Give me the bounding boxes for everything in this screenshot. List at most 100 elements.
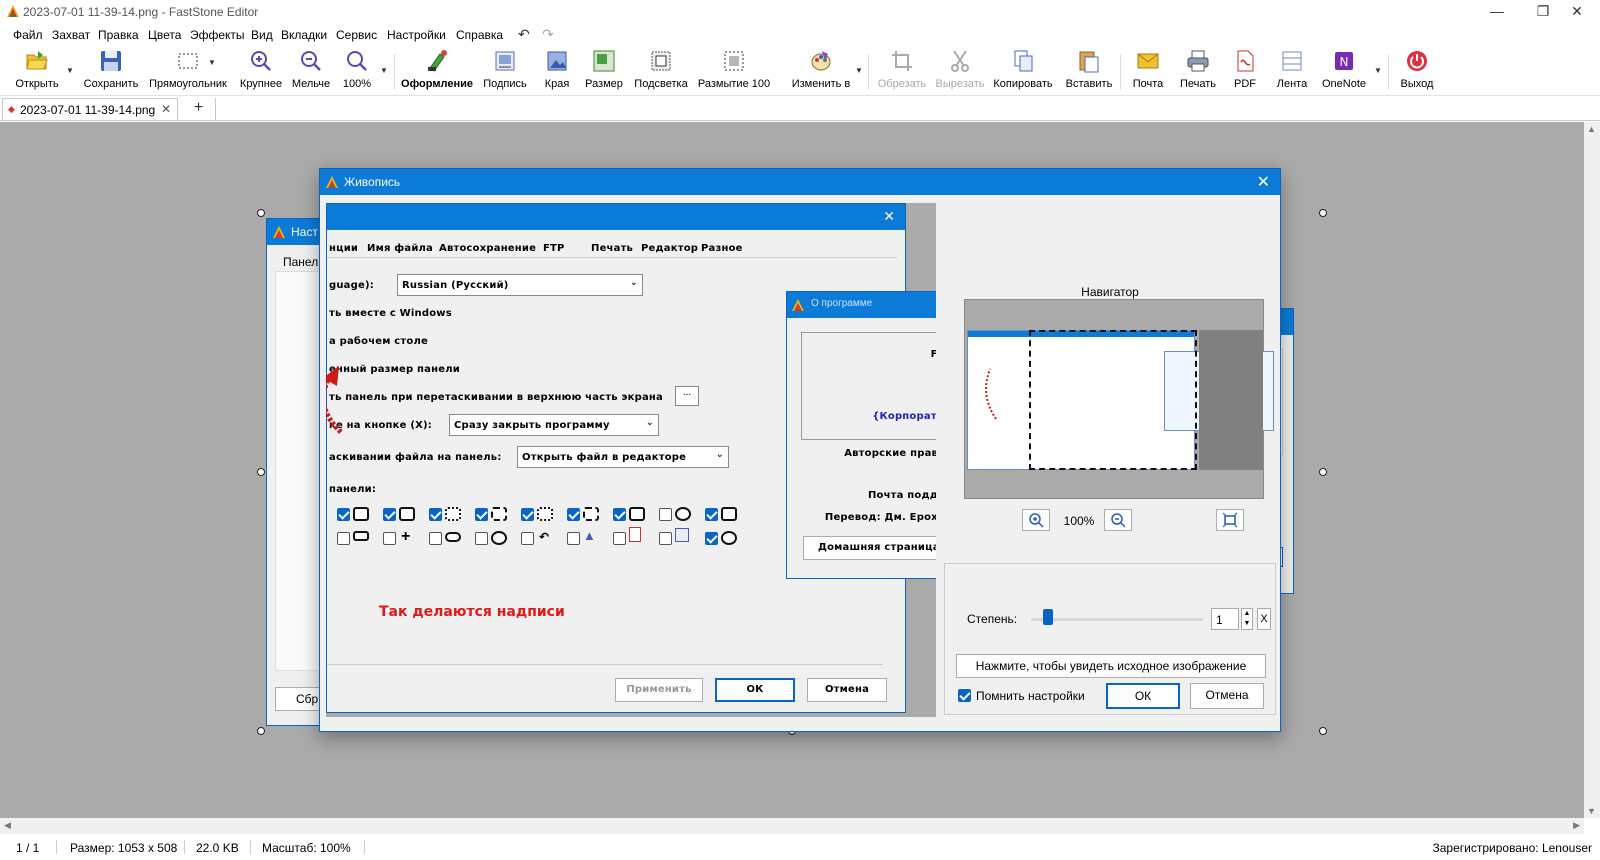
captured-ellipsis-button: ... xyxy=(675,386,699,406)
rectangle-select-button[interactable]: Прямоугольник xyxy=(146,48,230,90)
menu-help[interactable]: Справка xyxy=(456,28,503,42)
crop-icon xyxy=(892,51,912,71)
menu-file[interactable]: Файл xyxy=(13,28,43,42)
onenote-icon: N xyxy=(1335,52,1353,70)
resize-handle-bottom-right[interactable] xyxy=(1319,727,1327,735)
navigator-viewport-rect[interactable] xyxy=(1029,330,1197,470)
onenote-label: OneNote xyxy=(1321,78,1367,90)
design-button[interactable]: Оформление xyxy=(398,48,476,90)
mail-button[interactable]: Почта xyxy=(1128,48,1168,90)
edges-button[interactable]: Края xyxy=(540,48,574,90)
captured-checkbox xyxy=(429,532,442,545)
add-tab-button[interactable]: + xyxy=(182,98,216,120)
captured-checkbox xyxy=(567,532,580,545)
degree-slider-track[interactable] xyxy=(1031,618,1203,621)
menu-edit[interactable]: Правка xyxy=(98,28,139,42)
change-dropdown-icon[interactable]: ▼ xyxy=(855,66,863,75)
background-window-titlebar: Наст xyxy=(267,219,325,245)
onenote-button[interactable]: N OneNote xyxy=(1318,48,1370,90)
ribbon-button[interactable]: Лента xyxy=(1272,48,1312,90)
resize-button[interactable]: Размер xyxy=(584,48,624,90)
navigator-fit-button[interactable] xyxy=(1216,509,1244,531)
navigator-zoom-level: 100% xyxy=(1063,514,1095,528)
resize-handle-top-right[interactable] xyxy=(1319,209,1327,217)
zoom-in-button[interactable]: Крупнее xyxy=(236,48,286,90)
captured-button-icon xyxy=(537,507,553,521)
cut-button[interactable]: Вырезать xyxy=(934,48,986,90)
open-dropdown-icon[interactable]: ▼ xyxy=(66,66,74,75)
highlight-button[interactable]: Подсветка xyxy=(632,48,690,90)
scroll-left-arrow-icon[interactable]: ◀ xyxy=(4,820,11,831)
paste-button[interactable]: Вставить xyxy=(1062,48,1116,90)
toolbar: Открыть ▼ Сохранить Прямоугольник ▼ Круп… xyxy=(0,46,1600,96)
change-in-label: Изменить в xyxy=(791,78,851,90)
zoom-100-button[interactable]: 100% xyxy=(340,48,374,90)
dialog-cancel-button[interactable]: Отмена xyxy=(1190,683,1264,709)
open-label: Открыть xyxy=(15,78,59,90)
zoom-out-button[interactable]: Мельче xyxy=(288,48,334,90)
show-original-button[interactable]: Нажмите, чтобы увидеть исходное изображе… xyxy=(956,654,1266,678)
captured-checkbox xyxy=(429,508,442,521)
menu-colors[interactable]: Цвета xyxy=(148,28,181,42)
design-label: Оформление xyxy=(401,78,473,90)
crop-label: Обрезать xyxy=(877,78,927,90)
menu-service[interactable]: Сервис xyxy=(336,28,377,42)
scroll-down-arrow-icon[interactable]: ▼ xyxy=(1587,806,1596,816)
captured-language-label: guage): xyxy=(329,280,374,291)
clipboard-paste-icon xyxy=(1079,51,1099,73)
horizontal-scrollbar[interactable]: ◀ ▶ xyxy=(0,818,1584,834)
status-size: Размер: 1053 x 508 xyxy=(70,841,178,855)
save-label: Сохранить xyxy=(83,78,139,90)
scroll-right-arrow-icon[interactable]: ▶ xyxy=(1573,820,1580,831)
status-separator xyxy=(184,840,185,854)
navigator-zoom-in-button[interactable] xyxy=(1022,509,1050,531)
undo-icon[interactable]: ↶ xyxy=(518,26,530,43)
copy-button[interactable]: Копировать xyxy=(990,48,1056,90)
redo-icon[interactable]: ↷ xyxy=(542,26,554,43)
captured-window-titlebar: ✕ xyxy=(327,204,905,230)
scroll-up-arrow-icon[interactable]: ▲ xyxy=(1587,124,1596,134)
minimize-button[interactable]: — xyxy=(1474,0,1520,24)
captured-checkbox xyxy=(705,508,718,521)
tab-close-button[interactable]: ✕ xyxy=(161,102,171,116)
degree-spinner[interactable]: ▲ ▼ xyxy=(1241,608,1253,630)
caption-button[interactable]: Подпись xyxy=(480,48,530,90)
captured-row-text: ть панель при перетаскивании в верхнюю ч… xyxy=(329,392,663,403)
remember-settings-checkbox[interactable] xyxy=(958,689,971,702)
resize-handle-left[interactable] xyxy=(257,468,265,476)
tab-document[interactable]: ◆ 2023-07-01 11-39-14.png ✕ xyxy=(2,98,178,120)
vertical-scrollbar[interactable]: ▲ ▼ xyxy=(1584,122,1600,818)
blur-button[interactable]: Размытие 100 xyxy=(694,48,774,90)
degree-slider-thumb[interactable] xyxy=(1043,609,1053,625)
painting-image-area[interactable]: ✕ нции Имя файла Автосохранение FTP Печа… xyxy=(326,203,936,717)
exit-button[interactable]: Выход xyxy=(1392,48,1442,90)
rect-dropdown-icon[interactable]: ▼ xyxy=(208,58,216,67)
dialog-close-button[interactable]: ✕ xyxy=(1257,172,1270,192)
menu-settings[interactable]: Настройки xyxy=(387,28,446,42)
faststone-logo-icon xyxy=(326,176,338,188)
navigator-preview[interactable] xyxy=(964,299,1274,499)
print-button[interactable]: Печать xyxy=(1176,48,1220,90)
menu-effects[interactable]: Эффекты xyxy=(190,28,245,42)
captured-checkbox xyxy=(475,532,488,545)
resize-handle-bottom-left[interactable] xyxy=(257,727,265,735)
dialog-ok-button[interactable]: ОК xyxy=(1106,683,1180,709)
navigator-zoom-out-button[interactable] xyxy=(1104,509,1132,531)
save-button[interactable]: Сохранить xyxy=(80,48,142,90)
menu-view[interactable]: Вид xyxy=(251,28,273,42)
chevron-down-icon: ⌄ xyxy=(715,449,724,460)
onenote-dropdown-icon[interactable]: ▼ xyxy=(1374,66,1382,75)
degree-clear-button[interactable]: X xyxy=(1257,608,1271,630)
open-button[interactable]: Открыть xyxy=(12,48,62,90)
degree-value-input[interactable]: 1 xyxy=(1211,608,1239,630)
pdf-button[interactable]: PDF xyxy=(1228,48,1262,90)
menu-capture[interactable]: Захват xyxy=(52,28,90,42)
menu-tabs[interactable]: Вкладки xyxy=(281,28,327,42)
resize-handle-top-left[interactable] xyxy=(257,209,265,217)
zoom-dropdown-icon[interactable]: ▼ xyxy=(380,66,388,75)
crop-button[interactable]: Обрезать xyxy=(874,48,930,90)
resize-handle-right[interactable] xyxy=(1319,468,1327,476)
change-in-button[interactable]: Изменить в xyxy=(788,48,854,90)
captured-checkbox xyxy=(383,508,396,521)
close-window-button[interactable]: ✕ xyxy=(1554,0,1600,24)
